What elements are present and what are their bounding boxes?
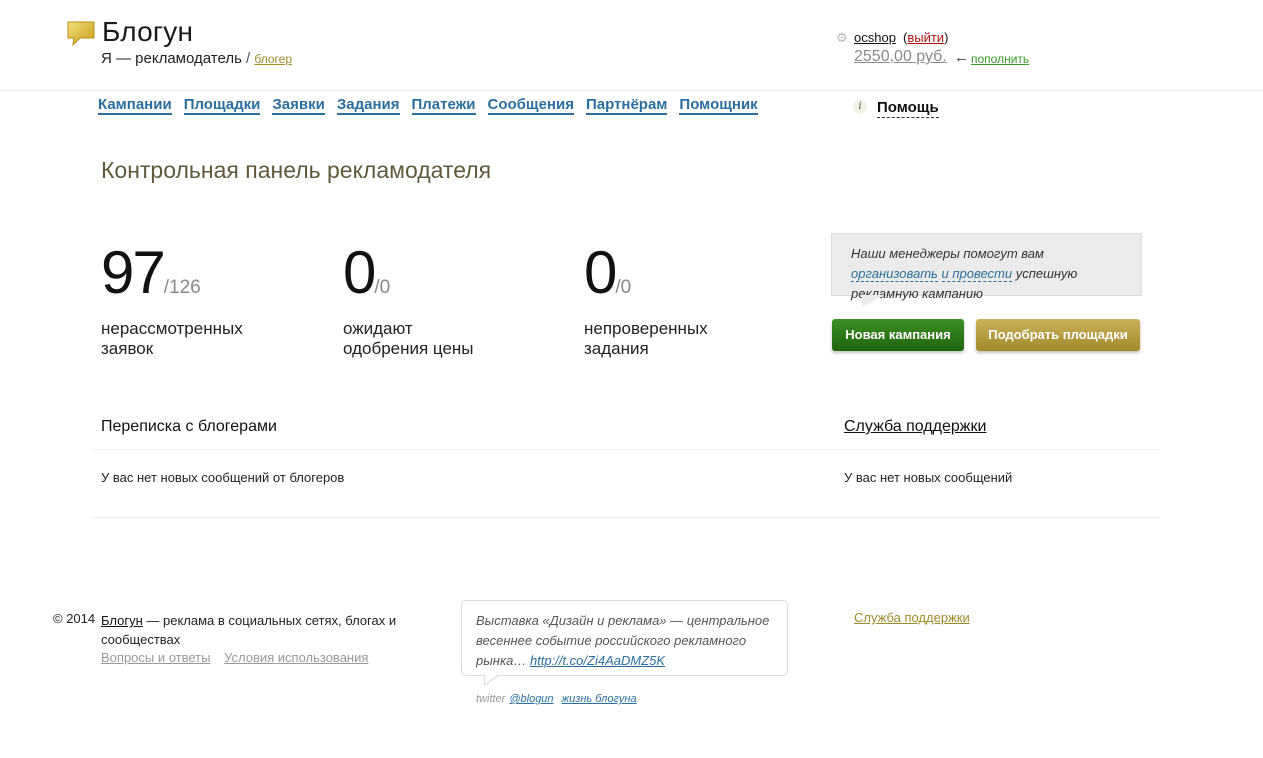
manager-hint: Наши менеджеры помогут вам организовать …: [831, 233, 1142, 301]
bloggers-messages-title: Переписка с блогерами: [101, 418, 277, 435]
section-divider: [92, 449, 1160, 450]
stat-label: ожидают одобрения цены: [343, 319, 513, 359]
stat-label-line1: нерассмотренных: [101, 319, 243, 338]
tweet-link[interactable]: http://t.co/Zi4AaDMZ5K: [530, 653, 665, 668]
balance-amount[interactable]: 2550,00 руб.: [854, 48, 947, 66]
stat-value: 97: [101, 239, 166, 306]
terms-link[interactable]: Условия использования: [224, 650, 368, 665]
stat-total: /0: [374, 277, 391, 298]
hint-tail: [862, 295, 884, 307]
section-divider-bottom: [92, 517, 1160, 518]
hint-organize-link[interactable]: организовать: [851, 266, 938, 282]
header-divider: [0, 90, 1263, 91]
footer-support-link[interactable]: Служба поддержки: [854, 610, 970, 625]
nav-item-messages[interactable]: Сообщения: [487, 96, 574, 115]
info-icon: i: [853, 100, 867, 114]
faq-link[interactable]: Вопросы и ответы: [101, 650, 210, 665]
stat-label: непроверенных задания: [584, 319, 754, 359]
footer-links: Вопросы и ответы Условия использования: [101, 650, 378, 665]
hint-space: [938, 266, 942, 281]
support-title-link[interactable]: Служба поддержки: [844, 418, 986, 436]
stat-label: нерассмотренных заявок: [101, 319, 271, 359]
footer-brand-link[interactable]: Блогун: [101, 613, 143, 628]
stat-value: 0: [584, 239, 617, 306]
nav-item-campaigns[interactable]: Кампании: [98, 96, 172, 115]
tweet-card: Выставка «Дизайн и реклама» — центрально…: [461, 600, 788, 676]
stat-unchecked-tasks[interactable]: 0/0 непроверенных задания: [584, 242, 784, 359]
stat-total: /0: [615, 277, 632, 298]
support-empty-message: У вас нет новых сообщений: [844, 470, 1013, 485]
paren-close: ): [944, 30, 949, 45]
logout-link[interactable]: выйти: [907, 30, 944, 45]
stat-label-line1: непроверенных: [584, 319, 708, 338]
footer-description: Блогун — реклама в социальных сетях, бло…: [101, 611, 411, 649]
stat-unreviewed-requests[interactable]: 97/126 нерассмотренных заявок: [101, 242, 301, 359]
hint-text: Наши менеджеры помогут вам: [851, 246, 1044, 261]
nav-item-requests[interactable]: Заявки: [272, 96, 325, 115]
nav-item-partners[interactable]: Партнёрам: [585, 96, 668, 115]
stat-awaiting-price-approval[interactable]: 0/0 ожидают одобрения цены: [343, 242, 543, 359]
find-sites-button[interactable]: Подобрать площадки: [976, 319, 1140, 351]
copyright: © 2014: [53, 611, 96, 626]
stat-label-line2: одобрения цены: [343, 339, 474, 358]
stat-value: 0: [343, 239, 376, 306]
nav-item-payments[interactable]: Платежи: [411, 96, 476, 115]
footer-desc-text: — реклама в социальных сетях, блогах и с…: [101, 613, 397, 647]
stat-total: /126: [163, 277, 201, 298]
tweet-tail-fill: [485, 674, 499, 684]
twitter-prefix: twitter: [476, 693, 506, 705]
arrow-left-icon: ←: [954, 49, 969, 66]
hint-conduct-link[interactable]: и провести: [941, 266, 1013, 282]
role-separator: /: [241, 50, 255, 67]
stat-label-line2: заявок: [101, 339, 154, 358]
main-nav: Кампании Площадки Заявки Задания Платежи…: [98, 96, 758, 115]
nav-item-sites[interactable]: Площадки: [183, 96, 261, 115]
role-switcher: Я — рекламодатель / блогер: [101, 50, 292, 67]
logo-icon[interactable]: [66, 20, 96, 46]
twitter-handle-link[interactable]: @blogun: [509, 693, 553, 705]
username-link[interactable]: ocshop: [854, 30, 896, 45]
page-title: Контрольная панель рекламодателя: [101, 157, 492, 183]
role-blogger-link[interactable]: блогер: [254, 52, 292, 66]
new-campaign-button[interactable]: Новая кампания: [832, 319, 964, 351]
blog-life-link[interactable]: жизнь блогуна: [562, 693, 637, 705]
stat-label-line2: задания: [584, 339, 649, 358]
role-current: Я — рекламодатель: [101, 50, 242, 67]
help-label[interactable]: Помощь: [877, 99, 939, 118]
twitter-line: twitter @blogun жизнь блогуна: [476, 693, 637, 705]
brand-name[interactable]: Блогун: [102, 16, 193, 48]
nav-item-assistant[interactable]: Помощник: [679, 96, 758, 115]
topup-link[interactable]: пополнить: [971, 52, 1029, 66]
gear-icon[interactable]: ⚙: [836, 31, 849, 44]
bloggers-empty-message: У вас нет новых сообщений от блогеров: [101, 470, 345, 485]
stat-label-line1: ожидают: [343, 319, 413, 338]
logout-wrapper: (выйти): [903, 30, 948, 45]
nav-item-tasks[interactable]: Задания: [336, 96, 400, 115]
